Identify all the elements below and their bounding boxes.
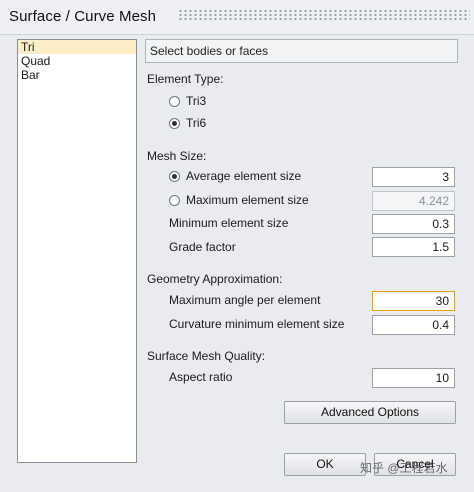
aspect-ratio-label: Aspect ratio	[169, 370, 233, 384]
window-title: Surface / Curve Mesh	[9, 8, 157, 25]
drag-grip[interactable]	[178, 9, 470, 21]
curvature-min-field[interactable]: 0.4	[372, 315, 455, 335]
radio-tri6[interactable]: Tri6	[169, 115, 206, 131]
grade-factor-label: Grade factor	[169, 240, 236, 254]
mesh-size-heading: Mesh Size:	[147, 149, 207, 163]
ok-button[interactable]: OK	[284, 453, 366, 476]
average-size-field[interactable]: 3	[372, 167, 455, 187]
maximum-size-field[interactable]: 4.242	[372, 191, 455, 211]
maximum-size-label: Maximum element size	[186, 193, 309, 207]
mesh-dialog: Tri Quad Bar Select bodies or faces Elem…	[0, 34, 474, 492]
minimum-size-field[interactable]: 0.3	[372, 214, 455, 234]
radio-tri6-circle[interactable]	[169, 117, 180, 129]
radio-tri3-circle[interactable]	[169, 95, 180, 107]
geometry-heading: Geometry Approximation:	[147, 272, 283, 286]
max-angle-field[interactable]: 30	[372, 291, 455, 311]
radio-maximum-circle[interactable]	[169, 194, 180, 206]
radio-average-circle[interactable]	[169, 170, 180, 182]
advanced-options-button[interactable]: Advanced Options	[284, 401, 456, 424]
watermark: 知乎 @工程若水	[360, 461, 448, 475]
curvature-min-label: Curvature minimum element size	[169, 317, 345, 331]
element-type-heading: Element Type:	[147, 72, 224, 86]
aspect-ratio-field[interactable]: 10	[372, 368, 455, 388]
radio-tri3[interactable]: Tri3	[169, 93, 206, 109]
list-item-quad[interactable]: Quad	[18, 54, 136, 68]
title-bar: Surface / Curve Mesh	[0, 0, 474, 34]
minimum-size-label: Minimum element size	[169, 216, 289, 230]
list-item-bar[interactable]: Bar	[18, 68, 136, 82]
grade-factor-field[interactable]: 1.5	[372, 237, 455, 257]
selection-hint[interactable]: Select bodies or faces	[145, 39, 458, 63]
element-type-list[interactable]: Tri Quad Bar	[17, 39, 137, 463]
radio-tri3-label: Tri3	[186, 94, 207, 108]
quality-heading: Surface Mesh Quality:	[147, 349, 266, 363]
radio-average-size[interactable]: Average element size	[169, 168, 301, 184]
average-size-label: Average element size	[186, 169, 302, 183]
list-item-tri[interactable]: Tri	[18, 40, 136, 54]
radio-maximum-size[interactable]: Maximum element size	[169, 192, 309, 208]
radio-tri6-label: Tri6	[186, 116, 207, 130]
max-angle-label: Maximum angle per element	[169, 293, 321, 307]
